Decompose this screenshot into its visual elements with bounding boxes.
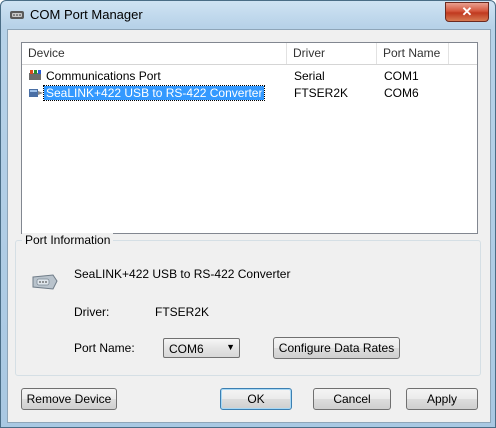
serial-port-icon xyxy=(29,70,41,80)
port-name-dropdown[interactable]: COM6 ▼ xyxy=(163,338,240,358)
device-port: COM6 xyxy=(384,86,419,100)
group-title: Port Information xyxy=(22,233,114,247)
device-driver: FTSER2K xyxy=(294,86,349,100)
device-driver: Serial xyxy=(294,69,325,83)
remove-device-button[interactable]: Remove Device xyxy=(21,388,117,410)
window-title: COM Port Manager xyxy=(30,7,143,22)
device-row-communications-port[interactable]: Communications Port Serial COM1 xyxy=(22,68,477,84)
usb-serial-icon xyxy=(29,89,43,97)
cancel-button[interactable]: Cancel xyxy=(313,388,391,410)
com-port-manager-window: COM Port Manager ✕ Device Driver Port Na… xyxy=(0,0,496,428)
device-list-header: Device Driver Port Name xyxy=(22,43,477,65)
configure-data-rates-button[interactable]: Configure Data Rates xyxy=(273,337,400,359)
device-port: COM1 xyxy=(384,69,419,83)
ok-button[interactable]: OK xyxy=(220,388,292,410)
driver-value: FTSER2K xyxy=(155,305,210,319)
chevron-down-icon: ▼ xyxy=(226,342,235,352)
column-header-device[interactable]: Device xyxy=(22,43,287,64)
device-row-sealink-converter[interactable]: SeaLINK+422 USB to RS-422 Converter FTSE… xyxy=(22,85,477,101)
serial-port-app-icon xyxy=(10,11,24,19)
title-bar[interactable]: COM Port Manager ✕ xyxy=(1,1,495,29)
close-icon: ✕ xyxy=(461,4,473,19)
column-header-port-name[interactable]: Port Name xyxy=(377,43,449,64)
port-name-value: COM6 xyxy=(169,342,204,356)
device-name: Communications Port xyxy=(46,69,161,83)
driver-label: Driver: xyxy=(74,305,110,319)
device-list[interactable]: Device Driver Port Name Communications P… xyxy=(21,42,478,234)
device-name: SeaLINK+422 USB to RS-422 Converter xyxy=(42,85,266,101)
dialog-client-area: Device Driver Port Name Communications P… xyxy=(7,29,491,423)
selected-device-name: SeaLINK+422 USB to RS-422 Converter xyxy=(74,267,291,281)
column-header-driver[interactable]: Driver xyxy=(287,43,377,64)
port-information-group: Port Information SeaLINK+422 USB to RS-4… xyxy=(15,233,481,376)
port-name-label: Port Name: xyxy=(74,341,135,355)
serial-connector-icon xyxy=(32,274,58,290)
close-button[interactable]: ✕ xyxy=(445,2,489,22)
apply-button[interactable]: Apply xyxy=(406,388,478,410)
